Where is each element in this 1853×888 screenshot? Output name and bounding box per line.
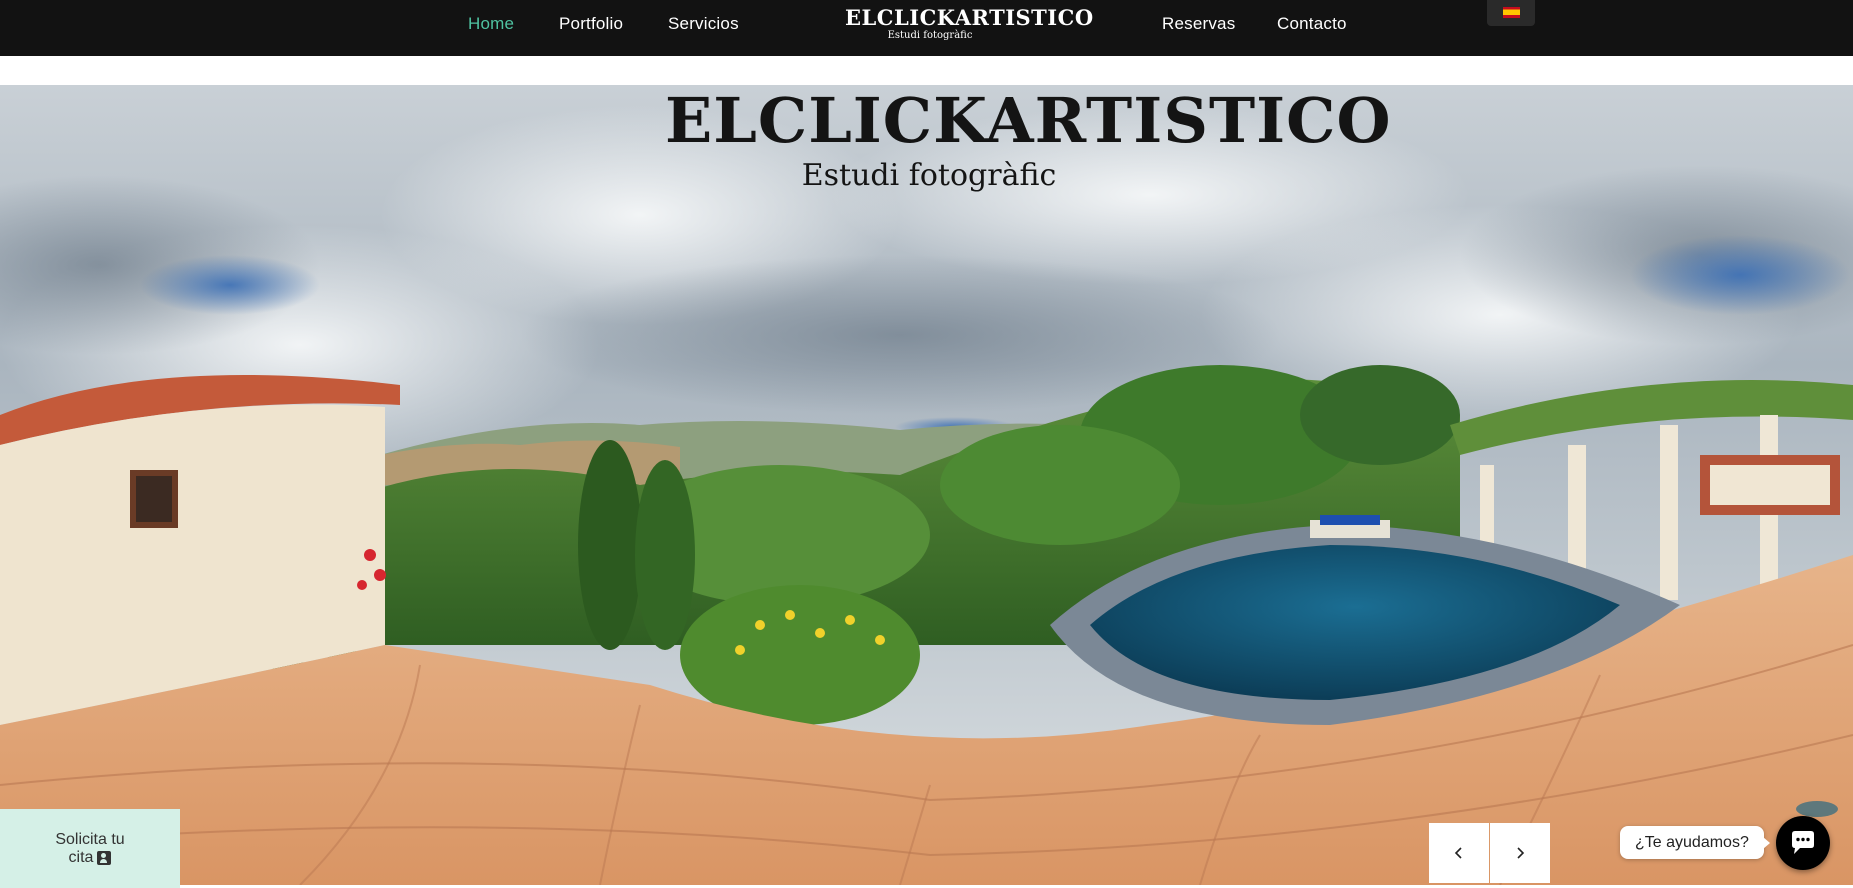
hero-panorama-image — [0, 85, 1853, 885]
top-navigation-bar: Home Portfolio Servicios ELCLICKARTISTIC… — [0, 0, 1853, 56]
chevron-left-icon — [1454, 847, 1462, 859]
slider-prev-button[interactable] — [1429, 823, 1489, 883]
chat-widget-shadow — [1796, 801, 1838, 817]
nav-link-reservas[interactable]: Reservas — [1162, 14, 1235, 34]
hero-logo: ELCLICKARTISTICO Estudi fotogràfic — [665, 85, 1392, 203]
nav-link-portfolio[interactable]: Portfolio — [559, 14, 623, 34]
chat-bubble-icon — [1792, 831, 1814, 854]
nav-link-servicios[interactable]: Servicios — [668, 14, 739, 34]
contact-card-icon — [97, 850, 112, 865]
nav-link-home[interactable]: Home — [468, 14, 514, 34]
site-logo-wordmark: ELCLICKARTISTICO — [845, 5, 1094, 30]
hero-slider: ELCLICKARTISTICO Estudi fotogràfic — [0, 85, 1853, 885]
cta-row: cita — [69, 849, 112, 867]
slider-controls — [1429, 823, 1550, 883]
slider-next-button[interactable] — [1490, 823, 1550, 883]
cta-text-line1: Solicita tu — [55, 830, 125, 848]
request-appointment-button[interactable]: Solicita tu cita — [0, 809, 180, 888]
chat-button[interactable] — [1776, 816, 1830, 870]
cta-text-line2: cita — [68, 848, 94, 866]
help-bubble[interactable]: ¿Te ayudamos? — [1620, 826, 1770, 859]
site-logo[interactable]: ELCLICKARTISTICO Estudi fotogràfic — [845, 5, 1094, 46]
hero-logo-tagline: Estudi fotogràfic — [801, 158, 1057, 193]
spain-flag-icon — [1503, 7, 1520, 18]
language-switcher[interactable] — [1487, 0, 1535, 26]
nav-link-contacto[interactable]: Contacto — [1277, 14, 1347, 34]
hero-logo-wordmark: ELCLICKARTISTICO — [665, 85, 1392, 157]
chevron-right-icon — [1517, 847, 1525, 859]
site-logo-tagline: Estudi fotogràfic — [887, 30, 973, 41]
